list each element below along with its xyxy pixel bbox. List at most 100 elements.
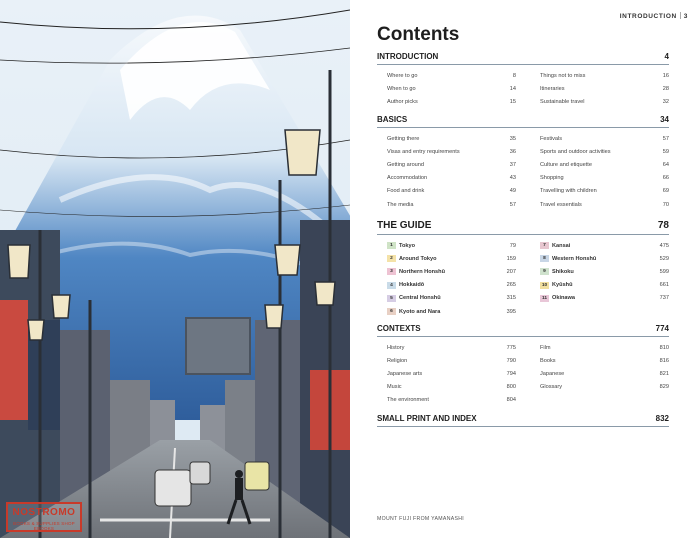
toc-column-left: Where to go 8 When to go 14 Author picks 15 bbox=[377, 69, 516, 109]
toc-entry-text: When to go bbox=[387, 85, 416, 92]
chapter-number-badge: 8 bbox=[540, 255, 549, 263]
toc-entry-label: 8 Western Honshū bbox=[540, 255, 597, 263]
mount-fuji-photo: NOSTROMO BOOKS & SUPPLIES SHOP EBOOKS bbox=[0, 0, 350, 538]
section-basics: BASICS 34 Getting there 35 Visas and entry… bbox=[377, 115, 669, 211]
toc-entry-page: 28 bbox=[662, 85, 669, 92]
toc-entry-page: 810 bbox=[659, 344, 669, 351]
toc-entry[interactable]: 9 Shikoku 599 bbox=[530, 265, 669, 278]
toc-entry-label: When to go bbox=[387, 86, 416, 92]
toc-entry-label: 7 Kansai bbox=[540, 242, 571, 250]
chapter-number-badge: 6 bbox=[387, 308, 396, 316]
section-heading[interactable]: THE GUIDE 78 bbox=[377, 220, 669, 235]
toc-entry-page: 315 bbox=[506, 295, 516, 302]
logo-text: NOSTROMO bbox=[12, 507, 76, 518]
toc-entry[interactable]: 2 Around Tokyo 159 bbox=[377, 252, 516, 265]
toc-entry-text: Festivals bbox=[540, 135, 563, 142]
toc-entry[interactable]: Sports and outdoor activities 59 bbox=[530, 145, 669, 158]
section-heading[interactable]: SMALL PRINT AND INDEX 832 bbox=[377, 414, 669, 427]
photo-caption: MOUNT FUJI FROM YAMANASHI bbox=[377, 516, 465, 522]
toc-entry-label: Culture and etiquette bbox=[540, 162, 592, 168]
toc-entry-page: 49 bbox=[509, 188, 516, 195]
toc-entry[interactable]: Japanese 821 bbox=[530, 367, 669, 380]
toc-entry[interactable]: The media 57 bbox=[377, 198, 516, 211]
section-heading[interactable]: CONTEXTS 774 bbox=[377, 324, 669, 337]
toc-entry[interactable]: Shopping 66 bbox=[530, 172, 669, 185]
toc-entry[interactable]: Glossary 829 bbox=[530, 381, 669, 394]
toc-entry-label: Food and drink bbox=[387, 188, 424, 194]
toc-entry[interactable]: History 775 bbox=[377, 341, 516, 354]
toc-entry[interactable]: 10 Kyūshū 661 bbox=[530, 279, 669, 292]
toc-entry[interactable]: 8 Western Honshū 529 bbox=[530, 252, 669, 265]
toc-entry[interactable]: Festivals 57 bbox=[530, 132, 669, 145]
chapter-number-badge: 2 bbox=[387, 255, 396, 263]
toc-entry[interactable]: Author picks 15 bbox=[377, 95, 516, 108]
toc-entry[interactable]: 5 Central Honshū 315 bbox=[377, 292, 516, 305]
toc-entry-page: 790 bbox=[506, 357, 516, 364]
book-spread: NOSTROMO BOOKS & SUPPLIES SHOP EBOOKS IN… bbox=[0, 0, 700, 538]
street-scene-illustration bbox=[0, 0, 350, 538]
toc-entry[interactable]: Getting there 35 bbox=[377, 132, 516, 145]
toc-entry[interactable]: Music 800 bbox=[377, 381, 516, 394]
toc-entry-text: Sustainable travel bbox=[540, 98, 585, 105]
toc-entry-page: 265 bbox=[506, 282, 516, 289]
toc-entry[interactable]: Travelling with children 69 bbox=[530, 185, 669, 198]
toc-entry[interactable]: Where to go 8 bbox=[377, 69, 516, 82]
toc-entry-text: Glossary bbox=[540, 384, 563, 391]
toc-entry[interactable]: Itineraries 28 bbox=[530, 82, 669, 95]
toc-entry[interactable]: Food and drink 49 bbox=[377, 185, 516, 198]
toc-entry[interactable]: Things not to miss 16 bbox=[530, 69, 669, 82]
toc-column-right: 7 Kansai 475 8 Western Honshū 529 9 Shikoku 599 1… bbox=[530, 239, 669, 318]
section-heading[interactable]: INTRODUCTION 4 bbox=[377, 52, 669, 65]
toc-entry-label: Travelling with children bbox=[540, 188, 597, 194]
toc-entry-label: The environment bbox=[387, 397, 429, 403]
toc-entry[interactable]: 11 Okinawa 737 bbox=[530, 292, 669, 305]
toc-entry-page: 15 bbox=[509, 98, 516, 105]
toc-entry-text: Books bbox=[540, 357, 556, 364]
toc-entry-text: The environment bbox=[387, 397, 429, 404]
toc-entry[interactable]: Sustainable travel 32 bbox=[530, 95, 669, 108]
toc-entry-text: Kansai bbox=[552, 242, 571, 249]
toc-entry[interactable]: Religion 790 bbox=[377, 354, 516, 367]
toc-entry[interactable]: Japanese arts 794 bbox=[377, 367, 516, 380]
toc-entry[interactable]: When to go 14 bbox=[377, 82, 516, 95]
toc-entry[interactable]: Accommodation 43 bbox=[377, 172, 516, 185]
toc-column-left: Getting there 35 Visas and entry requireme… bbox=[377, 132, 516, 211]
toc-entry-label: Author picks bbox=[387, 99, 418, 105]
toc-entries: 1 Tokyo 79 2 Around Tokyo 159 3 Northern Honshū… bbox=[377, 239, 669, 318]
chapter-number-badge: 3 bbox=[387, 268, 396, 276]
section-page: 78 bbox=[657, 220, 669, 231]
toc-entry[interactable]: 6 Kyoto and Nara 395 bbox=[377, 305, 516, 318]
toc-entry-text: Getting there bbox=[387, 135, 420, 142]
toc-entries: History 775 Religion 790 Japanese arts 794 Mus… bbox=[377, 341, 669, 407]
toc-entry-text: Kyoto and Nara bbox=[399, 308, 441, 315]
toc-entry-page: 794 bbox=[506, 370, 516, 377]
toc-entry[interactable]: Culture and etiquette 64 bbox=[530, 158, 669, 171]
toc-entry-page: 395 bbox=[506, 308, 516, 315]
toc-entry[interactable]: The environment 804 bbox=[377, 394, 516, 407]
running-head-title: INTRODUCTION bbox=[619, 13, 677, 20]
toc-entries: Where to go 8 When to go 14 Author picks 15 Th… bbox=[377, 69, 669, 109]
toc-entry-label: 2 Around Tokyo bbox=[387, 255, 437, 263]
toc-entry[interactable]: Travel essentials 70 bbox=[530, 198, 669, 211]
toc-entry-label: Shopping bbox=[540, 175, 564, 181]
running-head-divider bbox=[679, 12, 681, 19]
section-contexts: CONTEXTS 774 History 775 Religion 790 Japane… bbox=[377, 324, 669, 407]
folio: 3 bbox=[683, 13, 688, 20]
toc-entry[interactable]: 1 Tokyo 79 bbox=[377, 239, 516, 252]
toc-entry-text: Western Honshū bbox=[552, 255, 597, 262]
toc-entry-page: 599 bbox=[659, 268, 669, 275]
toc-entry[interactable]: 7 Kansai 475 bbox=[530, 239, 669, 252]
section-title: THE GUIDE bbox=[377, 220, 432, 231]
toc-entry[interactable]: Visas and entry requirements 36 bbox=[377, 145, 516, 158]
toc-entry[interactable]: 3 Northern Honshū 207 bbox=[377, 265, 516, 278]
toc-entry[interactable]: Film 810 bbox=[530, 341, 669, 354]
toc-entry-label: Visas and entry requirements bbox=[387, 149, 460, 155]
toc-entry[interactable]: Getting around 37 bbox=[377, 158, 516, 171]
toc-entry-text: Tokyo bbox=[399, 242, 416, 249]
toc-entry[interactable]: 4 Hokkaidō 265 bbox=[377, 279, 516, 292]
toc-entry-page: 775 bbox=[506, 344, 516, 351]
section-heading[interactable]: BASICS 34 bbox=[377, 115, 669, 128]
toc-entry-page: 829 bbox=[659, 384, 669, 391]
toc-entry[interactable]: Books 816 bbox=[530, 354, 669, 367]
toc-entry-text: Visas and entry requirements bbox=[387, 148, 460, 155]
